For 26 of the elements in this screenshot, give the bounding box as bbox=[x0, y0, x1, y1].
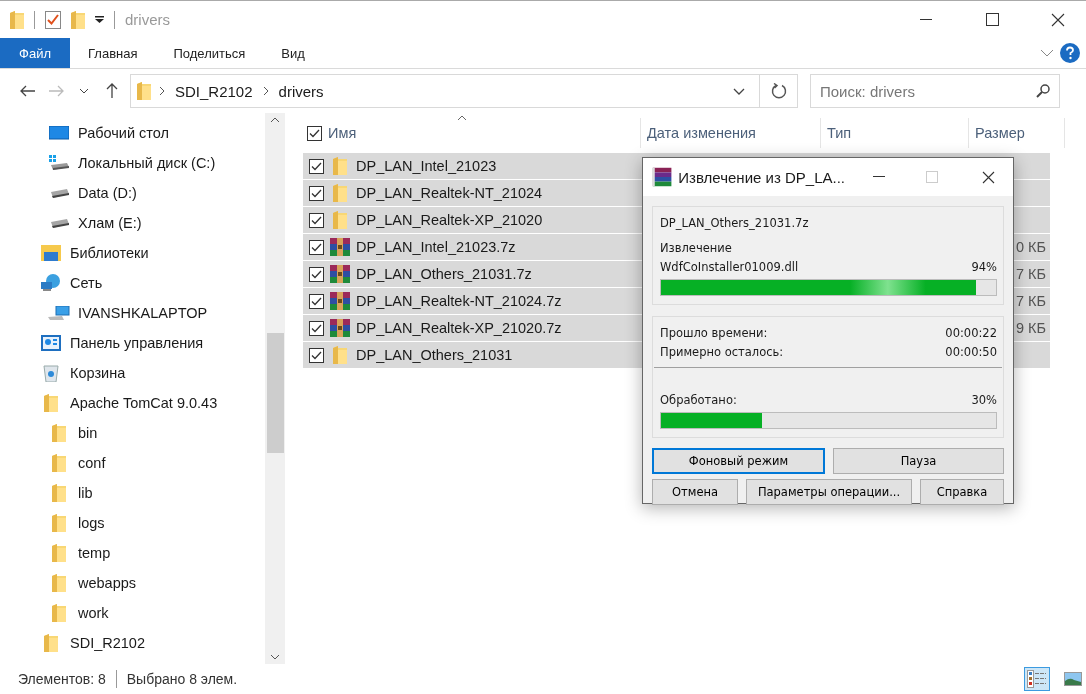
operation-label: Извлечение bbox=[660, 240, 732, 255]
elapsed-label: Прошло времени: bbox=[660, 325, 768, 340]
current-file: WdfCoInstaller01009.dll bbox=[660, 259, 799, 274]
file-name: DP_LAN_Realtek-NT_21024 bbox=[356, 185, 543, 201]
file-percent: 94% bbox=[971, 259, 997, 274]
file-name: DP_LAN_Realtek-NT_21024.7z bbox=[356, 293, 562, 309]
file-size: 0 КБ bbox=[1015, 239, 1046, 255]
file-size: 7 КБ bbox=[1015, 266, 1046, 282]
file-name: DP_LAN_Others_21031.7z bbox=[356, 266, 532, 282]
processed-label: Обработано: bbox=[660, 392, 737, 407]
file-name: DP_LAN_Others_21031 bbox=[356, 347, 513, 363]
file-name: DP_LAN_Intel_21023 bbox=[356, 158, 497, 174]
remaining-label: Примерно осталось: bbox=[660, 344, 784, 359]
remaining-time: 00:00:50 bbox=[945, 344, 997, 359]
file-name: DP_LAN_Intel_21023.7z bbox=[356, 239, 516, 255]
file-name: DP_LAN_Realtek-XP_21020 bbox=[356, 212, 543, 228]
file-name: DP_LAN_Realtek-XP_21020.7z bbox=[356, 320, 562, 336]
file-size: 7 КБ bbox=[1015, 293, 1046, 309]
archive-name: DP_LAN_Others_21031.7z bbox=[660, 215, 809, 230]
item-count: Элементов: 8 bbox=[18, 671, 106, 687]
dialog-title: Извлечение из DP_LA... bbox=[678, 168, 845, 186]
processed-percent: 30% bbox=[971, 392, 997, 407]
file-size: 9 КБ bbox=[1015, 320, 1046, 336]
window-title: drivers bbox=[125, 11, 170, 28]
selection-count: Выбрано 8 элем. bbox=[126, 671, 238, 687]
elapsed-time: 00:00:22 bbox=[945, 325, 997, 340]
